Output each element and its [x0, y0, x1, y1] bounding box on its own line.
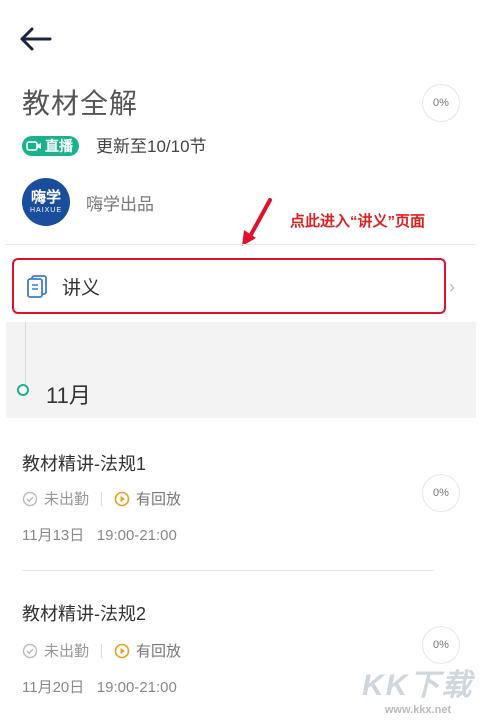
handout-entry[interactable]: 讲义 — [12, 258, 446, 314]
replay-icon — [114, 643, 130, 659]
check-circle-icon — [22, 643, 38, 659]
lesson-schedule: 11月13日 19:00-21:00 — [22, 524, 177, 545]
document-icon — [27, 275, 47, 298]
meta-divider — [101, 643, 103, 658]
annotation-arrow-icon — [242, 198, 272, 246]
lesson-date: 11月20日 — [22, 679, 85, 696]
lesson-meta: 未出勤 有回放 — [22, 640, 181, 661]
chevron-right-icon: › — [449, 277, 455, 297]
lesson-date: 11月13日 — [22, 527, 85, 544]
annotation-text: 点此进入“讲义”页面 — [290, 213, 426, 230]
lesson-time: 19:00-21:00 — [96, 679, 177, 696]
lesson-schedule: 11月20日 19:00-21:00 — [22, 676, 177, 697]
meta-divider — [101, 491, 103, 506]
producer-logo-text: 嗨学 — [30, 188, 61, 206]
live-badge: 直播 — [22, 136, 79, 156]
producer-logo: 嗨学 HAIXUE — [22, 178, 70, 226]
producer-logo-sub: HAIXUE — [29, 206, 63, 214]
divider — [6, 244, 476, 245]
attendance-status: 未出勤 — [44, 491, 90, 508]
timeline-dot — [17, 384, 29, 396]
divider — [22, 570, 434, 571]
watermark-url: www.kkx.net — [384, 704, 452, 716]
lesson-time: 19:00-21:00 — [96, 527, 177, 544]
live-badge-label: 直播 — [45, 138, 73, 154]
page-title: 教材全解 — [22, 88, 139, 119]
lesson-title[interactable]: 教材精讲-法规1 — [22, 450, 146, 476]
lesson-progress-ring: 0% — [422, 626, 460, 664]
check-circle-icon — [22, 491, 38, 507]
replay-icon — [114, 491, 130, 507]
handout-label: 讲义 — [62, 277, 101, 299]
back-button[interactable] — [18, 24, 54, 54]
watermark: KK下载 www.kkx.net — [362, 660, 474, 718]
update-status: 更新至10/10节 — [96, 137, 207, 156]
month-label: 11月 — [46, 383, 91, 408]
replay-status: 有回放 — [136, 643, 182, 660]
course-progress-ring: 0% — [422, 84, 460, 122]
watermark-text: KK下载 — [362, 669, 474, 702]
attendance-status: 未出勤 — [44, 643, 90, 660]
arrow-left-icon — [20, 27, 52, 51]
lesson-title[interactable]: 教材精讲-法规2 — [22, 600, 146, 626]
lesson-meta: 未出勤 有回放 — [22, 488, 181, 509]
lesson-progress-ring: 0% — [422, 474, 460, 512]
replay-status: 有回放 — [136, 491, 182, 508]
timeline-line — [25, 322, 26, 384]
video-camera-icon — [26, 141, 41, 151]
producer-name: 嗨学出品 — [86, 195, 154, 214]
